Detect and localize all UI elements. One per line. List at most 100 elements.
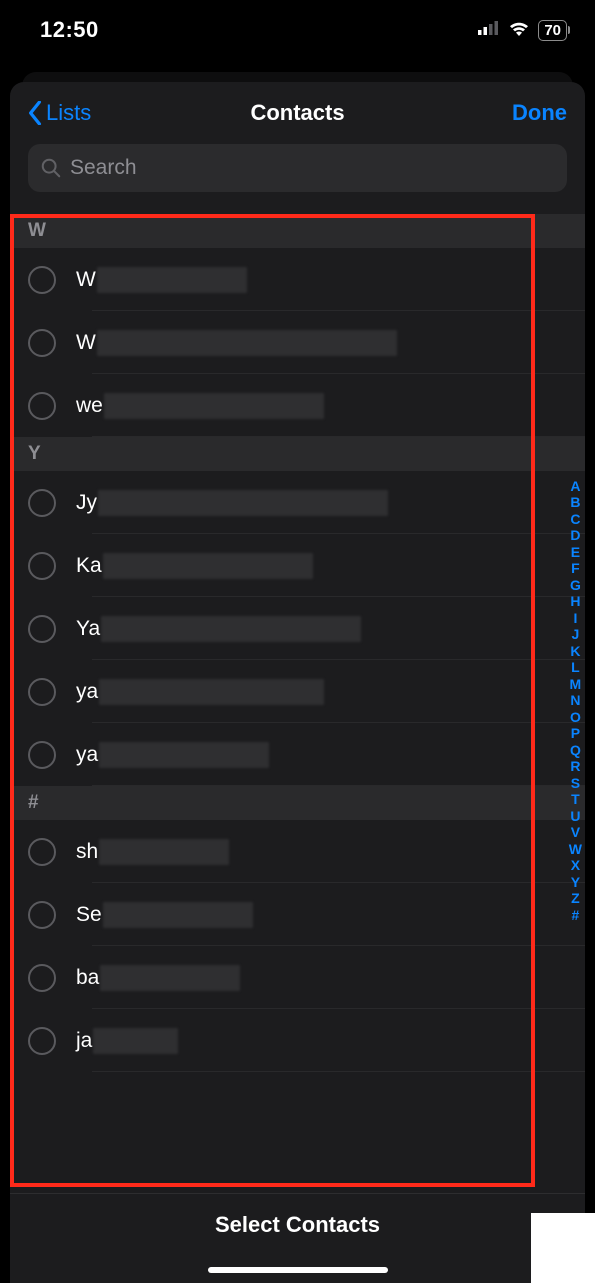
selection-radio[interactable] xyxy=(28,678,56,706)
nav-bar: Lists Contacts Done xyxy=(10,82,585,144)
selection-radio[interactable] xyxy=(28,615,56,643)
wifi-icon xyxy=(508,20,530,41)
contact-name: Jy xyxy=(76,490,388,516)
alpha-index-letter[interactable]: # xyxy=(571,908,579,922)
alpha-index-letter[interactable]: F xyxy=(571,561,580,575)
contacts-modal: Lists Contacts Done Search WWWweYJyKaYay… xyxy=(10,82,585,1283)
done-button[interactable]: Done xyxy=(512,100,567,126)
redacted-text xyxy=(103,553,313,579)
home-indicator[interactable] xyxy=(208,1267,388,1273)
status-time: 12:50 xyxy=(40,17,99,43)
section-header: # xyxy=(10,786,585,820)
redacted-text xyxy=(100,965,240,991)
contact-row[interactable]: ba xyxy=(10,946,585,1009)
selection-radio[interactable] xyxy=(28,329,56,357)
alpha-index-letter[interactable]: Z xyxy=(571,891,580,905)
section-header: Y xyxy=(10,437,585,471)
alpha-index[interactable]: ABCDEFGHIJKLMNOPQRSTUVWXYZ # xyxy=(569,479,582,922)
back-button[interactable]: Lists xyxy=(28,100,91,126)
section-header: W xyxy=(10,214,585,248)
search-placeholder: Search xyxy=(70,156,137,180)
alpha-index-letter[interactable]: H xyxy=(570,594,580,608)
contact-name: ya xyxy=(76,742,269,768)
search-container: Search xyxy=(10,144,585,202)
contact-row[interactable]: Ya xyxy=(10,597,585,660)
redacted-text xyxy=(104,393,324,419)
contact-row[interactable]: Jy xyxy=(10,471,585,534)
contact-row[interactable]: Se xyxy=(10,883,585,946)
alpha-index-letter[interactable]: P xyxy=(571,726,580,740)
alpha-index-letter[interactable]: B xyxy=(570,495,580,509)
selection-radio[interactable] xyxy=(28,1027,56,1055)
overlay-patch xyxy=(531,1213,595,1283)
alpha-index-letter[interactable]: R xyxy=(570,759,580,773)
alpha-index-letter[interactable]: Y xyxy=(571,875,580,889)
alpha-index-letter[interactable]: I xyxy=(573,611,577,625)
contact-row[interactable]: ya xyxy=(10,723,585,786)
contact-name: ya xyxy=(76,679,324,705)
redacted-text xyxy=(101,616,361,642)
alpha-index-letter[interactable]: O xyxy=(570,710,581,724)
alpha-index-letter[interactable]: D xyxy=(570,528,580,542)
alpha-index-letter[interactable]: L xyxy=(571,660,580,674)
contact-name: Ka xyxy=(76,553,313,579)
alpha-index-letter[interactable]: A xyxy=(570,479,580,493)
alpha-index-letter[interactable]: M xyxy=(570,677,582,691)
alpha-index-letter[interactable]: N xyxy=(570,693,580,707)
contact-name: Ya xyxy=(76,616,361,642)
battery-indicator: 70 xyxy=(538,20,567,41)
contact-row[interactable]: W xyxy=(10,311,585,374)
selection-radio[interactable] xyxy=(28,552,56,580)
redacted-text xyxy=(97,330,397,356)
search-input[interactable]: Search xyxy=(28,144,567,192)
alpha-index-letter[interactable]: X xyxy=(571,858,580,872)
contact-name: we xyxy=(76,393,324,419)
back-label: Lists xyxy=(46,100,91,126)
redacted-text xyxy=(103,902,253,928)
contacts-list[interactable]: WWWweYJyKaYayaya#shSebaja xyxy=(10,214,585,1193)
contact-name: Se xyxy=(76,902,253,928)
contact-name: sh xyxy=(76,839,229,865)
alpha-index-letter[interactable]: Q xyxy=(570,743,581,757)
page-title: Contacts xyxy=(250,100,344,126)
cellular-icon xyxy=(478,21,500,40)
redacted-text xyxy=(98,490,388,516)
alpha-index-letter[interactable]: G xyxy=(570,578,581,592)
alpha-index-letter[interactable]: J xyxy=(571,627,579,641)
alpha-index-letter[interactable]: U xyxy=(570,809,580,823)
contact-name: W xyxy=(76,330,397,356)
contact-row[interactable]: ja xyxy=(10,1009,585,1072)
selection-radio[interactable] xyxy=(28,838,56,866)
selection-radio[interactable] xyxy=(28,964,56,992)
alpha-index-letter[interactable]: C xyxy=(570,512,580,526)
contact-row[interactable]: W xyxy=(10,248,585,311)
contact-row[interactable]: we xyxy=(10,374,585,437)
alpha-index-letter[interactable]: W xyxy=(569,842,582,856)
redacted-text xyxy=(93,1028,178,1054)
status-indicators: 70 xyxy=(478,20,567,41)
alpha-index-letter[interactable]: V xyxy=(571,825,580,839)
status-bar: 12:50 70 xyxy=(0,0,595,60)
redacted-text xyxy=(97,267,247,293)
redacted-text xyxy=(99,839,229,865)
selection-radio[interactable] xyxy=(28,392,56,420)
contact-name: ba xyxy=(76,965,240,991)
contact-row[interactable]: ya xyxy=(10,660,585,723)
alpha-index-letter[interactable]: K xyxy=(570,644,580,658)
chevron-left-icon xyxy=(28,101,42,125)
selection-radio[interactable] xyxy=(28,266,56,294)
selection-radio[interactable] xyxy=(28,901,56,929)
alpha-index-letter[interactable]: T xyxy=(571,792,580,806)
selection-radio[interactable] xyxy=(28,489,56,517)
footer-bar: Select Contacts xyxy=(10,1193,585,1283)
selection-radio[interactable] xyxy=(28,741,56,769)
contact-row[interactable]: sh xyxy=(10,820,585,883)
contact-name: ja xyxy=(76,1028,178,1054)
alpha-index-letter[interactable]: E xyxy=(571,545,580,559)
contact-name: W xyxy=(76,267,247,293)
select-contacts-button[interactable]: Select Contacts xyxy=(215,1212,380,1238)
redacted-text xyxy=(99,679,324,705)
search-icon xyxy=(40,157,62,179)
contact-row[interactable]: Ka xyxy=(10,534,585,597)
alpha-index-letter[interactable]: S xyxy=(571,776,580,790)
